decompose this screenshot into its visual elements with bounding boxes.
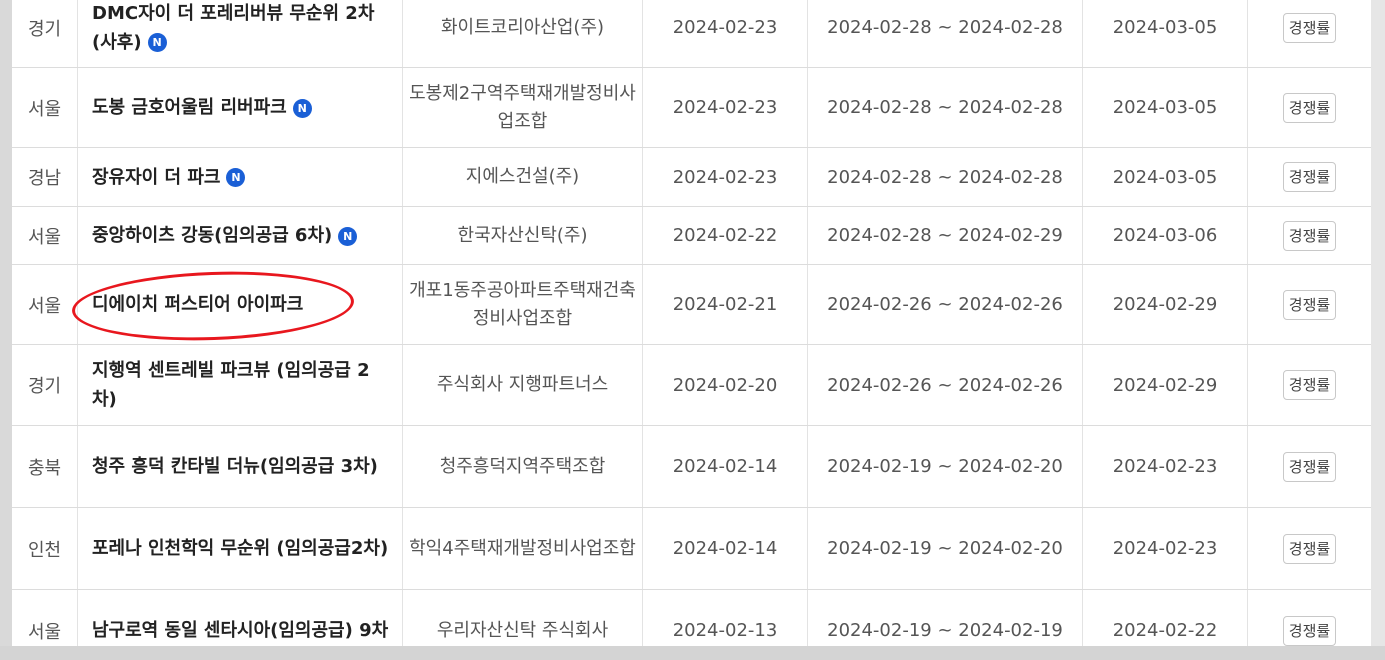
region-cell: 서울 xyxy=(12,68,78,147)
competition-rate-button[interactable]: 경쟁률 xyxy=(1282,92,1337,123)
complex-name[interactable]: 디에이치 퍼스티어 아이파크 xyxy=(92,294,303,315)
page-background-right xyxy=(1371,0,1385,660)
competition-rate-button[interactable]: 경쟁률 xyxy=(1282,370,1337,400)
winner-date-cell: 2024-02-22 xyxy=(1083,590,1248,646)
complex-name-cell[interactable]: DMC자이 더 포레리버뷰 무순위 2차 (사후) N xyxy=(78,0,403,67)
region-cell: 경기 xyxy=(12,345,78,425)
complex-name-cell[interactable]: 장유자이 더 파크 N xyxy=(78,148,403,206)
subscription-period-cell: 2024-02-28 ~ 2024-02-28 xyxy=(808,0,1083,67)
action-cell: 경쟁률 xyxy=(1248,508,1371,589)
builder-cell: 우리자산신탁 주식회사 xyxy=(403,590,643,646)
complex-name[interactable]: DMC자이 더 포레리버뷰 무순위 2차 (사후) xyxy=(92,3,374,53)
subscription-table: 경기 DMC자이 더 포레리버뷰 무순위 2차 (사후) N 화이트코리아산업(주… xyxy=(12,0,1371,646)
new-badge-icon: N xyxy=(147,33,167,52)
complex-name[interactable]: 청주 흥덕 칸타빌 더뉴(임의공급 3차) xyxy=(92,456,378,477)
builder-cell: 주식회사 지행파트너스 xyxy=(403,345,643,425)
complex-name[interactable]: 도봉 금호어울림 리버파크 xyxy=(92,97,287,118)
announce-date-cell: 2024-02-14 xyxy=(643,508,808,589)
subscription-period-cell: 2024-02-28 ~ 2024-02-28 xyxy=(808,68,1083,147)
announce-date-cell: 2024-02-13 xyxy=(643,590,808,646)
new-badge-icon: N xyxy=(292,98,312,118)
subscription-period-cell: 2024-02-28 ~ 2024-02-29 xyxy=(808,207,1083,264)
action-cell: 경쟁률 xyxy=(1248,207,1371,264)
winner-date-cell: 2024-03-05 xyxy=(1083,0,1248,67)
complex-name[interactable]: 중앙하이츠 강동(임의공급 6차) xyxy=(92,225,332,246)
new-badge-icon: N xyxy=(226,168,246,187)
announce-date-cell: 2024-02-20 xyxy=(643,345,808,425)
builder-cell: 지에스건설(주) xyxy=(403,148,643,206)
complex-name[interactable]: 장유자이 더 파크 xyxy=(92,167,220,188)
winner-date-cell: 2024-02-29 xyxy=(1083,265,1248,344)
new-badge-icon: N xyxy=(338,226,358,246)
complex-name-cell[interactable]: 지행역 센트레빌 파크뷰 (임의공급 2차) xyxy=(78,345,403,425)
announce-date-cell: 2024-02-14 xyxy=(643,426,808,507)
region-cell: 인천 xyxy=(12,508,78,589)
announce-date-cell: 2024-02-23 xyxy=(643,68,808,147)
table-row[interactable]: 경기 지행역 센트레빌 파크뷰 (임의공급 2차) 주식회사 지행파트너스 20… xyxy=(12,345,1371,426)
table-row[interactable]: 서울 중앙하이츠 강동(임의공급 6차) N 한국자산신탁(주) 2024-02-… xyxy=(12,207,1371,265)
complex-name[interactable]: 지행역 센트레빌 파크뷰 (임의공급 2차) xyxy=(92,360,370,410)
region-cell: 경기 xyxy=(12,0,78,67)
competition-rate-button[interactable]: 경쟁률 xyxy=(1282,162,1337,192)
complex-name[interactable]: 포레나 인천학익 무순위 (임의공급2차) xyxy=(92,538,388,559)
winner-date-cell: 2024-03-05 xyxy=(1083,148,1248,206)
competition-rate-button[interactable]: 경쟁률 xyxy=(1282,451,1337,482)
region-cell: 충북 xyxy=(12,426,78,507)
winner-date-cell: 2024-02-23 xyxy=(1083,426,1248,507)
table-row[interactable]: 인천 포레나 인천학익 무순위 (임의공급2차) 학익4주택재개발정비사업조합 … xyxy=(12,508,1371,590)
page-background-left xyxy=(0,0,12,660)
winner-date-cell: 2024-02-29 xyxy=(1083,345,1248,425)
action-cell: 경쟁률 xyxy=(1248,148,1371,206)
builder-cell: 도봉제2구역주택재개발정비사업조합 xyxy=(403,68,643,147)
subscription-period-cell: 2024-02-26 ~ 2024-02-26 xyxy=(808,345,1083,425)
region-cell: 서울 xyxy=(12,207,78,264)
region-cell: 서울 xyxy=(12,265,78,344)
complex-name-cell[interactable]: 청주 흥덕 칸타빌 더뉴(임의공급 3차) xyxy=(78,426,403,507)
announce-date-cell: 2024-02-23 xyxy=(643,148,808,206)
builder-cell: 개포1동주공아파트주택재건축정비사업조합 xyxy=(403,265,643,344)
complex-name-cell[interactable]: 남구로역 동일 센타시아(임의공급) 9차 xyxy=(78,590,403,646)
competition-rate-button[interactable]: 경쟁률 xyxy=(1282,12,1337,43)
competition-rate-button[interactable]: 경쟁률 xyxy=(1282,289,1337,320)
announce-date-cell: 2024-02-22 xyxy=(643,207,808,264)
subscription-period-cell: 2024-02-19 ~ 2024-02-20 xyxy=(808,426,1083,507)
winner-date-cell: 2024-03-06 xyxy=(1083,207,1248,264)
region-cell: 경남 xyxy=(12,148,78,206)
subscription-period-cell: 2024-02-19 ~ 2024-02-20 xyxy=(808,508,1083,589)
action-cell: 경쟁률 xyxy=(1248,345,1371,425)
action-cell: 경쟁률 xyxy=(1248,590,1371,646)
competition-rate-button[interactable]: 경쟁률 xyxy=(1282,615,1337,646)
competition-rate-button[interactable]: 경쟁률 xyxy=(1282,533,1337,564)
builder-cell: 한국자산신탁(주) xyxy=(403,207,643,264)
builder-cell: 학익4주택재개발정비사업조합 xyxy=(403,508,643,589)
complex-name-cell[interactable]: 중앙하이츠 강동(임의공급 6차) N xyxy=(78,207,403,264)
complex-name-cell[interactable]: 디에이치 퍼스티어 아이파크 xyxy=(78,265,403,344)
subscription-period-cell: 2024-02-28 ~ 2024-02-28 xyxy=(808,148,1083,206)
competition-rate-button[interactable]: 경쟁률 xyxy=(1282,220,1337,251)
table-row[interactable]: 서울 남구로역 동일 센타시아(임의공급) 9차 우리자산신탁 주식회사 202… xyxy=(12,590,1371,646)
page-background-bottom xyxy=(0,646,1385,660)
table-row[interactable]: 경기 DMC자이 더 포레리버뷰 무순위 2차 (사후) N 화이트코리아산업(주… xyxy=(12,0,1371,68)
action-cell: 경쟁률 xyxy=(1248,265,1371,344)
complex-name[interactable]: 남구로역 동일 센타시아(임의공급) 9차 xyxy=(92,620,388,641)
announce-date-cell: 2024-02-21 xyxy=(643,265,808,344)
table-row[interactable]: 충북 청주 흥덕 칸타빌 더뉴(임의공급 3차) 청주흥덕지역주택조합 2024… xyxy=(12,426,1371,508)
action-cell: 경쟁률 xyxy=(1248,68,1371,147)
complex-name-cell[interactable]: 도봉 금호어울림 리버파크 N xyxy=(78,68,403,147)
complex-name-cell[interactable]: 포레나 인천학익 무순위 (임의공급2차) xyxy=(78,508,403,589)
builder-cell: 화이트코리아산업(주) xyxy=(403,0,643,67)
table-row[interactable]: 경남 장유자이 더 파크 N 지에스건설(주) 2024-02-23 2024-0… xyxy=(12,148,1371,207)
table-row[interactable]: 서울 도봉 금호어울림 리버파크 N 도봉제2구역주택재개발정비사업조합 2024… xyxy=(12,68,1371,148)
winner-date-cell: 2024-02-23 xyxy=(1083,508,1248,589)
announce-date-cell: 2024-02-23 xyxy=(643,0,808,67)
builder-cell: 청주흥덕지역주택조합 xyxy=(403,426,643,507)
subscription-period-cell: 2024-02-26 ~ 2024-02-26 xyxy=(808,265,1083,344)
winner-date-cell: 2024-03-05 xyxy=(1083,68,1248,147)
table-row[interactable]: 서울 디에이치 퍼스티어 아이파크 개포1동주공아파트주택재건축정비사업조합 2… xyxy=(12,265,1371,345)
subscription-period-cell: 2024-02-19 ~ 2024-02-19 xyxy=(808,590,1083,646)
action-cell: 경쟁률 xyxy=(1248,426,1371,507)
region-cell: 서울 xyxy=(12,590,78,646)
action-cell: 경쟁률 xyxy=(1248,0,1371,67)
